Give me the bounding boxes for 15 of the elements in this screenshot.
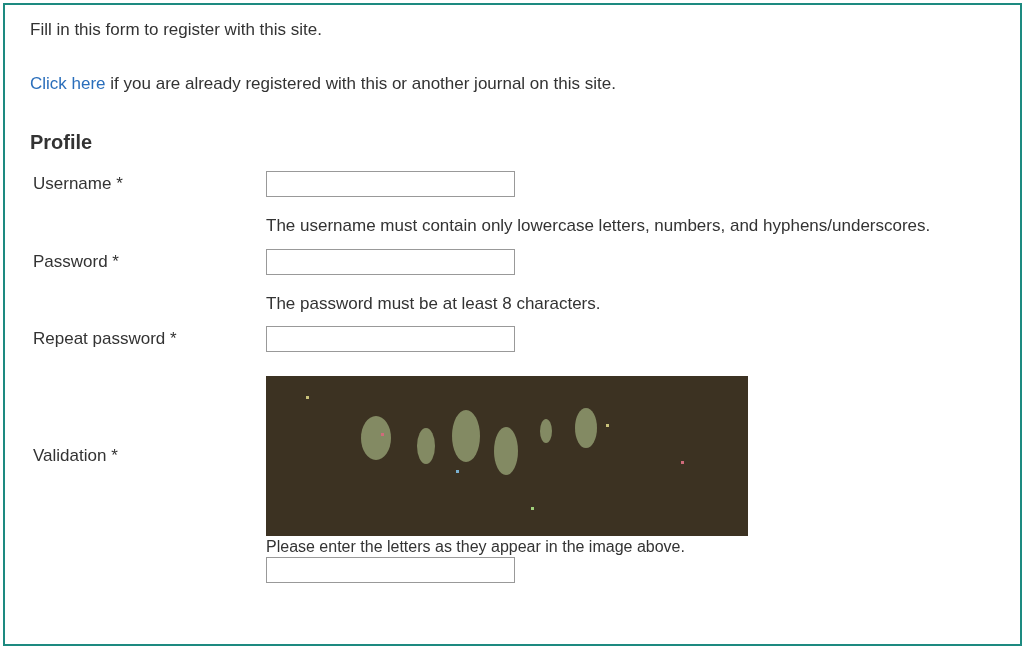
input-field[interactable] <box>266 248 515 275</box>
intro-text: Fill in this form to register with this site. <box>30 19 323 41</box>
click-here-link[interactable]: Click here <box>30 74 106 94</box>
field-label: Validation * <box>33 445 118 468</box>
field-label: Password * <box>32 250 120 273</box>
hint-text: The password must be at least 8 characters. <box>266 292 601 315</box>
input-field[interactable] <box>266 171 515 198</box>
login-note: Click here if you are already registered with this or another journal on this site. <box>30 73 617 96</box>
input-field[interactable] <box>266 326 515 353</box>
section-title: Profile <box>30 130 94 156</box>
field-label: Username * <box>32 173 124 196</box>
hint-text: Please enter the letters as they appear in the image above. <box>266 537 686 557</box>
field-label: Repeat password * <box>32 328 178 351</box>
input-field[interactable] <box>266 557 515 584</box>
hint-text: The username must contain only lowercase letters, numbers, and hyphens/underscores. <box>266 215 931 238</box>
